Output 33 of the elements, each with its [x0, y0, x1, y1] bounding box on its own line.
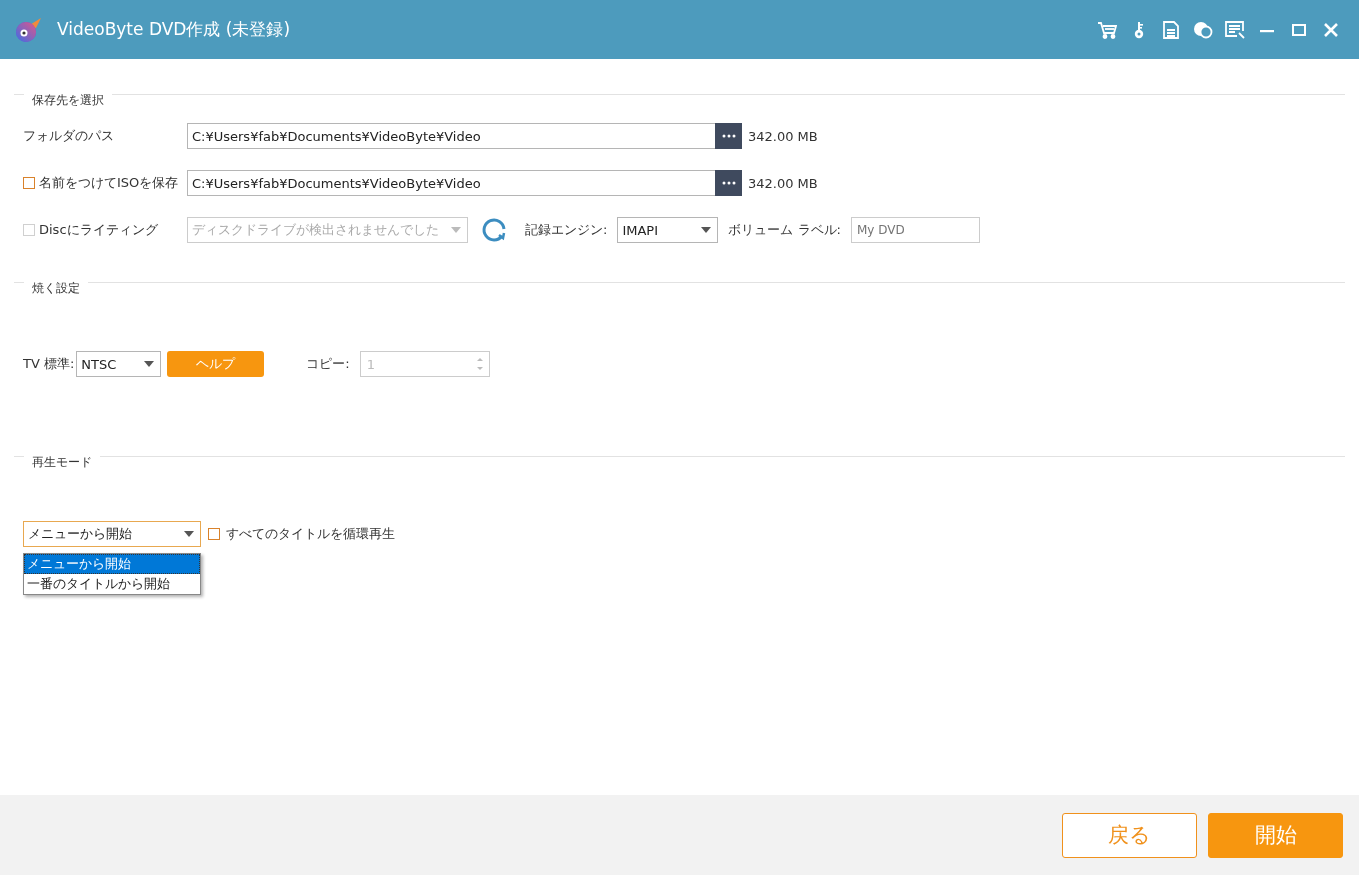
path-field[interactable]: C:¥Users¥fab¥Documents¥VideoByte¥Video	[187, 170, 715, 196]
field-label: TV 標準:	[23, 355, 75, 373]
checkbox[interactable]	[23, 177, 35, 189]
section-legend: 再生モード	[24, 455, 100, 469]
checkbox-label: すべてのタイトルを循環再生	[226, 525, 395, 543]
field-label: Discにライティング	[39, 221, 158, 239]
app-logo-icon	[14, 15, 42, 44]
caret-icon	[144, 361, 155, 367]
dropdown-option[interactable]: メニューから開始	[24, 554, 200, 574]
caret-icon	[701, 227, 712, 233]
more-icon	[721, 181, 736, 185]
size-text: 342.00 MB	[748, 175, 818, 191]
caret-icon	[451, 227, 461, 233]
browse-button[interactable]	[715, 123, 742, 149]
window-title: VideoByte DVD作成 (未登録)	[57, 18, 292, 41]
field-label: 記録エンジン:	[525, 221, 608, 239]
field-label: フォルダのパス	[23, 127, 114, 145]
tv-standard-dropdown[interactable]: NTSC	[76, 351, 162, 377]
field-label: ボリューム ラベル:	[728, 221, 841, 239]
path-field[interactable]: C:¥Users¥fab¥Documents¥VideoByte¥Video	[187, 123, 715, 149]
size-text: 342.00 MB	[748, 128, 818, 144]
field-label: コピー:	[306, 355, 350, 373]
refresh-icon[interactable]	[480, 216, 508, 244]
section-legend: 保存先を選択	[24, 93, 112, 107]
field-label: 名前をつけてISOを保存	[39, 174, 179, 192]
spinner-arrows-icon	[476, 357, 483, 371]
playback-mode-dropdown[interactable]: メニューから開始	[23, 521, 201, 547]
checkbox[interactable]	[208, 528, 220, 540]
section-legend: 焼く設定	[24, 281, 88, 295]
more-icon	[721, 134, 736, 138]
dropdown-option[interactable]: 一番のタイトルから開始	[24, 574, 200, 594]
caret-icon	[184, 531, 194, 537]
browse-button[interactable]	[715, 170, 742, 196]
